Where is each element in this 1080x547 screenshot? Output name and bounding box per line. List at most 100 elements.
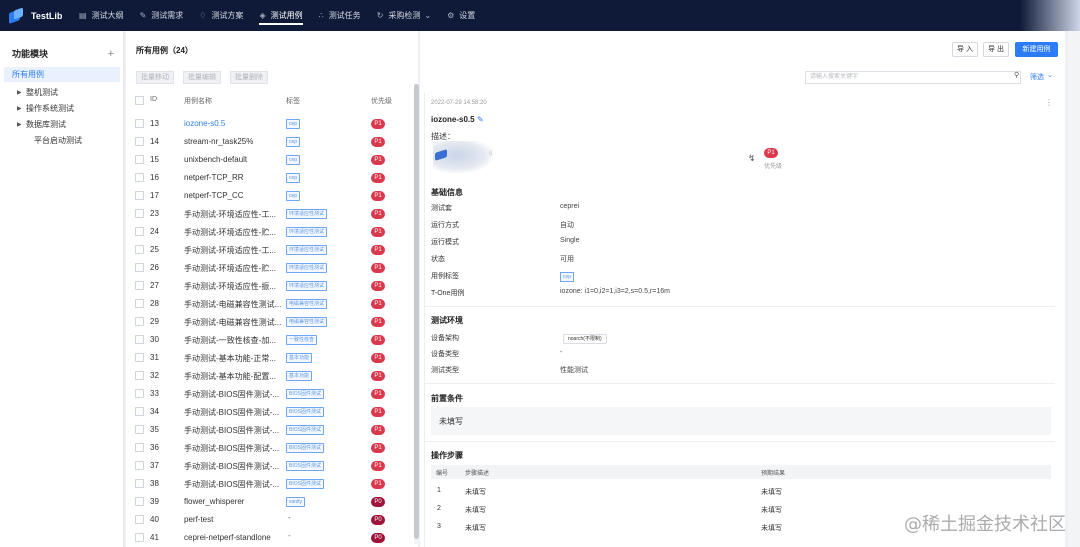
case-name[interactable]: netperf-TCP_CC bbox=[184, 191, 244, 200]
filter-button[interactable]: 筛选 bbox=[1030, 72, 1044, 82]
sidebar-item-all-cases[interactable]: 所有用例 bbox=[4, 67, 120, 82]
table-row[interactable]: 41 ceprei-netperf-standlone - P0 bbox=[126, 529, 418, 547]
case-name[interactable]: 手动测试-环境适应性-振... bbox=[184, 281, 276, 292]
table-row[interactable]: 14 stream-nr_task25% cep P1 bbox=[126, 133, 418, 151]
add-module-button[interactable]: + bbox=[108, 48, 114, 60]
row-checkbox[interactable] bbox=[135, 227, 144, 236]
row-checkbox[interactable] bbox=[135, 317, 144, 326]
caret-right-icon[interactable]: ▶ bbox=[17, 101, 22, 117]
page-scrollbar[interactable] bbox=[1068, 31, 1080, 547]
table-row[interactable]: 36 手动测试-BIOS固件测试-... BIOS固件测试 P1 bbox=[126, 439, 418, 457]
table-row[interactable]: 25 手动测试-环境适应性-工... 环境适应性测试 P1 bbox=[126, 241, 418, 259]
table-row[interactable]: 37 手动测试-BIOS固件测试-... BIOS固件测试 P1 bbox=[126, 457, 418, 475]
case-name[interactable]: 手动测试-环境适应性-工... bbox=[184, 245, 276, 256]
more-options-icon[interactable]: ⋮ bbox=[1045, 98, 1053, 107]
row-checkbox[interactable] bbox=[135, 443, 144, 452]
table-row[interactable]: 33 手动测试-BIOS固件测试-... BIOS固件测试 P1 bbox=[126, 385, 418, 403]
row-checkbox[interactable] bbox=[135, 389, 144, 398]
row-checkbox[interactable] bbox=[135, 299, 144, 308]
case-name[interactable]: 手动测试-BIOS固件测试-... bbox=[184, 443, 279, 454]
row-checkbox[interactable] bbox=[135, 353, 144, 362]
case-name[interactable]: 手动测试-BIOS固件测试-... bbox=[184, 461, 279, 472]
table-row[interactable]: 17 netperf-TCP_CC cep P1 bbox=[126, 187, 418, 205]
nav-item-3[interactable]: ◈ 测试用例 bbox=[259, 0, 303, 31]
case-name[interactable]: stream-nr_task25% bbox=[184, 137, 253, 146]
row-checkbox[interactable] bbox=[135, 407, 144, 416]
case-name[interactable]: 手动测试-基本功能-正常... bbox=[184, 353, 276, 364]
table-row[interactable]: 16 netperf-TCP_RR cep P1 bbox=[126, 169, 418, 187]
case-name[interactable]: 手动测试-环境适应性-贮... bbox=[184, 227, 276, 238]
nav-item-5[interactable]: ↻ 采购检测 ⌄ bbox=[377, 0, 431, 31]
search-icon[interactable]: ⚲ bbox=[1014, 71, 1019, 79]
new-case-button[interactable]: 新建用例 bbox=[1015, 42, 1058, 57]
row-checkbox[interactable] bbox=[135, 371, 144, 380]
search-input[interactable]: 请输入搜索关键字 bbox=[805, 71, 1021, 84]
nav-item-2[interactable]: ♢ 测试方案 bbox=[199, 0, 243, 31]
case-name[interactable]: 手动测试-基本功能-配置... bbox=[184, 371, 276, 382]
list-scrollbar[interactable] bbox=[414, 84, 419, 544]
bulk-move-button[interactable]: 批量移动 bbox=[136, 71, 174, 84]
case-name[interactable]: 手动测试-BIOS固件测试-... bbox=[184, 479, 279, 490]
nav-item-4[interactable]: ∴ 测试任务 bbox=[319, 0, 361, 31]
case-name[interactable]: 手动测试-电磁兼容性测试... bbox=[184, 299, 281, 310]
bulk-delete-button[interactable]: 批量删除 bbox=[230, 71, 268, 84]
case-name[interactable]: netperf-TCP_RR bbox=[184, 173, 244, 182]
table-row[interactable]: 26 手动测试-环境适应性-贮... 环境适应性测试 P1 bbox=[126, 259, 418, 277]
case-name[interactable]: flower_whisperer bbox=[184, 497, 244, 506]
case-name[interactable]: 手动测试-电磁兼容性测试... bbox=[184, 317, 281, 328]
row-checkbox[interactable] bbox=[135, 173, 144, 182]
select-all-checkbox[interactable] bbox=[135, 96, 144, 105]
table-row[interactable]: 23 手动测试-环境适应性-工... 环境适应性测试 P1 bbox=[126, 205, 418, 223]
row-checkbox[interactable] bbox=[135, 425, 144, 434]
table-row[interactable]: 39 flower_whisperer sanity P0 bbox=[126, 493, 418, 511]
chevron-down-icon[interactable]: ⌄ bbox=[1047, 71, 1053, 79]
case-name[interactable]: 手动测试-BIOS固件测试-... bbox=[184, 389, 279, 400]
table-row[interactable]: 32 手动测试-基本功能-配置... 基本功能 P1 bbox=[126, 367, 418, 385]
table-row[interactable]: 13 iozone-s0.5 cep P1 bbox=[126, 115, 418, 133]
row-checkbox[interactable] bbox=[135, 209, 144, 218]
table-row[interactable]: 34 手动测试-BIOS固件测试-... BIOS固件测试 P1 bbox=[126, 403, 418, 421]
case-name[interactable]: perf-test bbox=[184, 515, 213, 524]
caret-right-icon[interactable]: ▶ bbox=[17, 85, 22, 101]
export-button[interactable]: 导 出 bbox=[983, 42, 1009, 57]
sidebar-item-2[interactable]: ▶ 数据库测试 bbox=[0, 117, 123, 133]
table-row[interactable]: 29 手动测试-电磁兼容性测试... 电磁兼容性测试 P1 bbox=[126, 313, 418, 331]
sidebar-item-0[interactable]: ▶ 整机测试 bbox=[0, 85, 123, 101]
case-name[interactable]: 手动测试-BIOS固件测试-... bbox=[184, 407, 279, 418]
sidebar-item-3[interactable]: 平台启动测试 bbox=[0, 133, 123, 149]
bulk-edit-button[interactable]: 批量编辑 bbox=[183, 71, 221, 84]
row-checkbox[interactable] bbox=[135, 263, 144, 272]
row-checkbox[interactable] bbox=[135, 335, 144, 344]
table-row[interactable]: 28 手动测试-电磁兼容性测试... 电磁兼容性测试 P1 bbox=[126, 295, 418, 313]
row-checkbox[interactable] bbox=[135, 497, 144, 506]
case-name[interactable]: 手动测试-环境适应性-贮... bbox=[184, 263, 276, 274]
table-row[interactable]: 40 perf-test - P0 bbox=[126, 511, 418, 529]
sidebar-item-1[interactable]: ▶ 操作系统测试 bbox=[0, 101, 123, 117]
nav-item-6[interactable]: ⚙ 设置 bbox=[447, 0, 475, 31]
nav-item-1[interactable]: ✎ 测试需求 bbox=[140, 0, 184, 31]
row-checkbox[interactable] bbox=[135, 479, 144, 488]
app-logo[interactable]: TestLib bbox=[9, 6, 73, 24]
table-row[interactable]: 35 手动测试-BIOS固件测试-... BIOS固件测试 P1 bbox=[126, 421, 418, 439]
case-name[interactable]: 手动测试-环境适应性-工... bbox=[184, 209, 276, 220]
table-row[interactable]: 30 手动测试-一致性核查-加... 一致性核查 P1 bbox=[126, 331, 418, 349]
case-name[interactable]: ceprei-netperf-standlone bbox=[184, 533, 271, 542]
case-name[interactable]: unixbench-default bbox=[184, 155, 247, 164]
case-name[interactable]: 手动测试-BIOS固件测试-... bbox=[184, 425, 279, 436]
row-checkbox[interactable] bbox=[135, 119, 144, 128]
row-checkbox[interactable] bbox=[135, 155, 144, 164]
edit-pencil-icon[interactable]: ✎ bbox=[477, 115, 484, 124]
row-checkbox[interactable] bbox=[135, 461, 144, 470]
caret-right-icon[interactable]: ▶ bbox=[17, 117, 22, 133]
table-row[interactable]: 15 unixbench-default cep P1 bbox=[126, 151, 418, 169]
case-name[interactable]: iozone-s0.5 bbox=[184, 119, 225, 128]
row-checkbox[interactable] bbox=[135, 281, 144, 290]
table-row[interactable]: 27 手动测试-环境适应性-振... 环境适应性测试 P1 bbox=[126, 277, 418, 295]
row-checkbox[interactable] bbox=[135, 245, 144, 254]
import-button[interactable]: 导 入 bbox=[952, 42, 978, 57]
table-row[interactable]: 24 手动测试-环境适应性-贮... 环境适应性测试 P1 bbox=[126, 223, 418, 241]
case-name[interactable]: 手动测试-一致性核查-加... bbox=[184, 335, 276, 346]
table-row[interactable]: 38 手动测试-BIOS固件测试-... BIOS固件测试 P1 bbox=[126, 475, 418, 493]
row-checkbox[interactable] bbox=[135, 533, 144, 542]
table-row[interactable]: 31 手动测试-基本功能-正常... 基本功能 P1 bbox=[126, 349, 418, 367]
